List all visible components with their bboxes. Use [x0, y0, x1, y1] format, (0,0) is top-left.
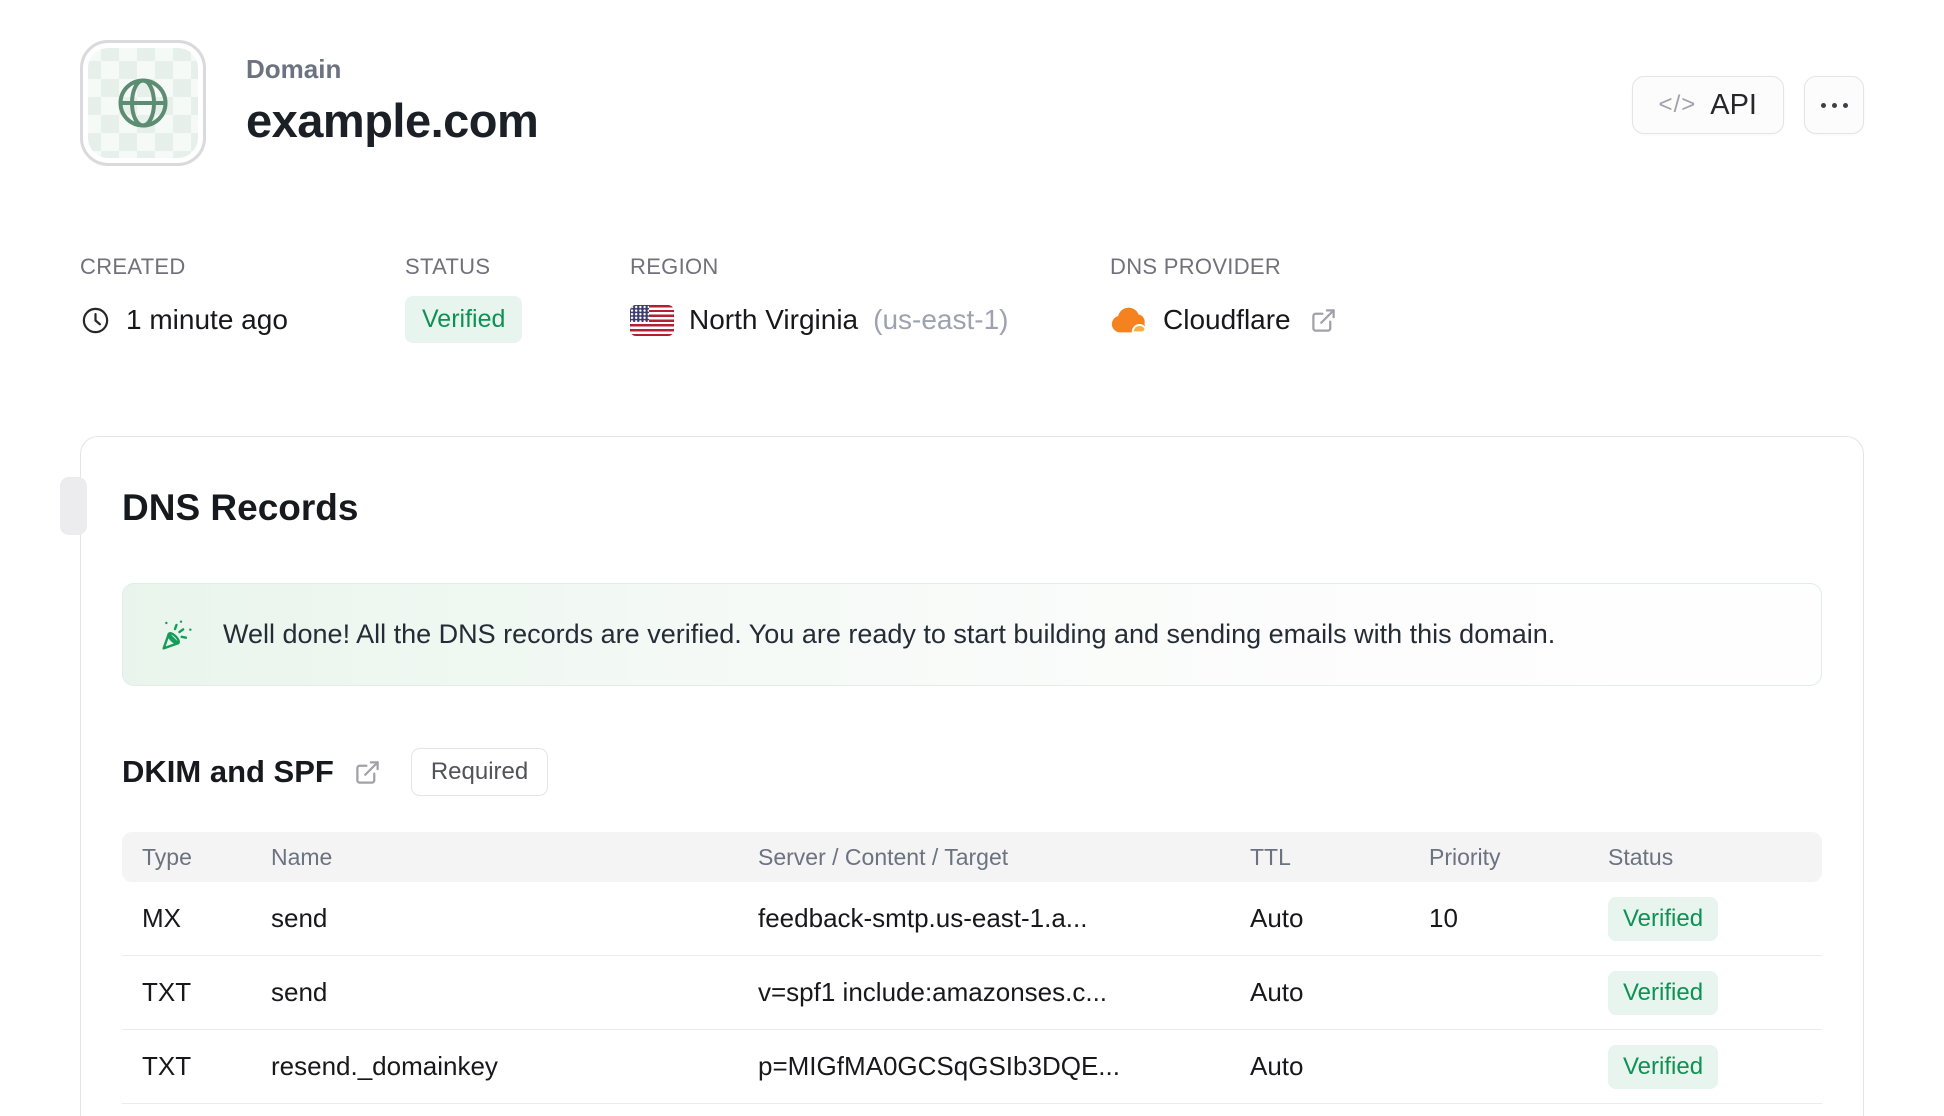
record-ttl: Auto [1250, 1051, 1304, 1081]
record-status-badge: Verified [1608, 1044, 1719, 1089]
record-status-badge: Verified [1608, 896, 1719, 941]
table-row: MX send feedback-smtp.us-east-1.a... Aut… [122, 882, 1822, 956]
page-title: example.com [246, 94, 539, 147]
meta-created: CREATED 1 minute ago [80, 254, 288, 336]
record-type: TXT [142, 977, 192, 1007]
record-name: send [271, 977, 328, 1007]
domain-identity: Domain example.com [80, 40, 539, 166]
column-header-type: Type [142, 843, 192, 870]
entity-type-label: Domain [246, 54, 342, 84]
region-code: (us-east-1) [873, 304, 1009, 335]
column-header-name: Name [271, 843, 333, 870]
header-actions: </> API [1631, 76, 1864, 134]
code-icon: </> [1658, 91, 1697, 118]
meta-status: STATUS Verified [405, 254, 523, 343]
region-name: North Virginia [689, 304, 859, 335]
dns-records-table: Type Name Server / Content / Target TTL … [122, 832, 1822, 1104]
clock-icon [82, 307, 109, 333]
record-ttl: Auto [1250, 977, 1304, 1007]
column-header-status: Status [1608, 843, 1674, 870]
table-row: TXT resend._domainkey p=MIGfMA0GCSqGSIb3… [122, 1030, 1822, 1104]
column-header-content: Server / Content / Target [758, 843, 1009, 870]
api-button-label: API [1710, 88, 1757, 121]
title-block: Domain example.com [246, 40, 539, 148]
created-text: 1 minute ago [126, 304, 288, 335]
success-banner: Well done! All the DNS records are verif… [122, 583, 1822, 686]
api-button[interactable]: </> API [1631, 76, 1784, 134]
record-status-badge: Verified [1608, 970, 1719, 1015]
domain-detail-page: Domain example.com </> API CREATED 1 min… [0, 0, 1944, 1116]
dns-records-card: DNS Records Well done! All the DNS recor… [60, 436, 1864, 1116]
region-label: REGION [630, 254, 719, 279]
domain-avatar [80, 40, 206, 166]
record-type: TXT [142, 1051, 192, 1081]
required-badge: Required [410, 748, 549, 796]
external-link-icon[interactable] [354, 759, 381, 786]
record-content[interactable]: v=spf1 include:amazonses.c... [758, 977, 1250, 1008]
status-label: STATUS [405, 254, 491, 279]
region-value: North Virginia (us-east-1) [630, 304, 1009, 336]
external-link-icon[interactable] [1310, 307, 1337, 334]
cloudflare-icon [1111, 307, 1147, 333]
created-label: CREATED [80, 254, 186, 279]
record-content[interactable]: feedback-smtp.us-east-1.a... [758, 903, 1250, 934]
more-options-button[interactable] [1804, 76, 1864, 134]
party-popper-icon [162, 619, 192, 650]
column-header-ttl: TTL [1250, 843, 1291, 870]
domain-meta: CREATED 1 minute ago STATUS Verified REG… [80, 254, 1864, 358]
dns-records-title: DNS Records [122, 487, 359, 528]
record-priority: 10 [1429, 903, 1458, 933]
page-header: Domain example.com </> API [0, 0, 1944, 166]
column-header-priority: Priority [1429, 843, 1501, 870]
globe-icon [118, 78, 168, 128]
dns-provider-name: Cloudflare [1163, 304, 1291, 335]
meta-region: REGION North Virginia (us-east-1) [630, 254, 1009, 336]
record-name: send [271, 903, 328, 933]
created-value: 1 minute ago [80, 304, 288, 336]
dns-provider-label: DNS PROVIDER [1110, 254, 1282, 279]
table-header-row: Type Name Server / Content / Target TTL … [122, 832, 1822, 882]
record-type: MX [142, 903, 181, 933]
card-side-tab [60, 477, 87, 535]
record-name: resend._domainkey [271, 1051, 498, 1081]
status-badge: Verified [405, 296, 523, 343]
dkim-section-header: DKIM and SPF Required [122, 748, 1822, 796]
record-ttl: Auto [1250, 903, 1304, 933]
meta-dns-provider: DNS PROVIDER Cloudflare [1110, 254, 1337, 336]
us-flag-icon [630, 304, 674, 336]
table-row: TXT send v=spf1 include:amazonses.c... A… [122, 956, 1822, 1030]
dkim-title: DKIM and SPF [122, 754, 334, 789]
ellipsis-icon [1820, 102, 1826, 108]
dns-provider-value[interactable]: Cloudflare [1110, 304, 1337, 336]
record-content[interactable]: p=MIGfMA0GCSqGSIb3DQE... [758, 1051, 1250, 1082]
success-banner-text: Well done! All the DNS records are verif… [223, 619, 1556, 649]
